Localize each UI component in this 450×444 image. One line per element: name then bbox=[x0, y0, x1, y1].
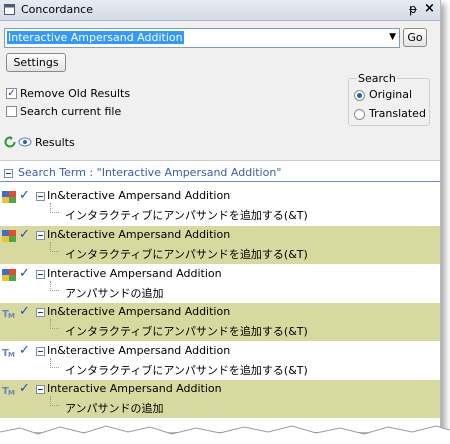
search-mode-label: Search bbox=[357, 72, 397, 85]
current-file-checkbox[interactable] bbox=[6, 106, 17, 117]
result-item[interactable]: ✓ In&teractive Ampersand Addition インタラクティブ… bbox=[0, 187, 440, 225]
remove-old-label: Remove Old Results bbox=[20, 87, 131, 100]
result-item[interactable]: T M ✓ In&teractive Ampersand Addition インタラクテ… bbox=[0, 303, 440, 341]
checkmark-icon: ✓ bbox=[19, 304, 30, 319]
tree-connector bbox=[50, 242, 59, 252]
tree-connector bbox=[50, 319, 59, 329]
source-text: Interactive Ampersand Addition bbox=[47, 382, 222, 395]
translated-radio[interactable] bbox=[354, 109, 365, 120]
settings-button[interactable]: Settings bbox=[6, 53, 66, 72]
refresh-icon[interactable] bbox=[4, 136, 16, 148]
target-text: インタラクティブにアンパサンドを追加する(&T) bbox=[65, 364, 308, 377]
close-icon[interactable]: × bbox=[424, 1, 435, 16]
search-input[interactable]: Interactive Ampersand Addition bbox=[7, 31, 184, 44]
original-radio[interactable] bbox=[354, 90, 365, 101]
source-text: In&teractive Ampersand Addition bbox=[47, 305, 231, 318]
svg-text:M: M bbox=[8, 351, 15, 358]
window-title: Concordance bbox=[21, 3, 93, 16]
source-text: In&teractive Ampersand Addition bbox=[47, 344, 231, 357]
source-text: Interactive Ampersand Addition bbox=[47, 267, 222, 280]
result-item[interactable]: T M ✓ Interactive Ampersand Addition アンパサンドの… bbox=[0, 380, 440, 418]
checkmark-icon: ✓ bbox=[19, 381, 30, 396]
target-text: インタラクティブにアンパサンドを追加する(&T) bbox=[65, 325, 308, 338]
collapse-icon[interactable] bbox=[36, 308, 45, 317]
search-term-text: Search Term : "Interactive Ampersand Add… bbox=[18, 166, 282, 179]
collapse-icon[interactable] bbox=[36, 231, 45, 240]
tm-color-icon bbox=[2, 191, 16, 203]
collapse-icon[interactable] bbox=[4, 169, 13, 178]
collapse-icon[interactable] bbox=[36, 347, 45, 356]
source-text: In&teractive Ampersand Addition bbox=[47, 228, 231, 241]
checkmark-icon: ✓ bbox=[19, 227, 30, 242]
result-item[interactable]: ✓ In&teractive Ampersand Addition インタラクティブ… bbox=[0, 226, 440, 264]
results-toolbar: Results bbox=[0, 134, 440, 152]
target-text: インタラクティブにアンパサンドを追加する(&T) bbox=[65, 248, 308, 261]
tree-connector bbox=[50, 358, 59, 368]
results-list: Search Term : "Interactive Ampersand Add… bbox=[0, 160, 440, 432]
search-term-header[interactable]: Search Term : "Interactive Ampersand Add… bbox=[0, 165, 440, 182]
tm-letter-icon: TM bbox=[2, 386, 15, 396]
original-label: Original bbox=[369, 88, 413, 101]
tree-connector bbox=[50, 203, 59, 213]
result-item[interactable]: ✓ Interactive Ampersand Addition アンパサンドの追加 bbox=[0, 265, 440, 303]
translated-label: Translated bbox=[369, 107, 426, 120]
svg-text:M: M bbox=[8, 389, 15, 396]
checkmark-icon: ✓ bbox=[19, 266, 30, 281]
pin-icon[interactable]: ᵽ bbox=[409, 2, 417, 16]
search-combo[interactable]: Interactive Ampersand Addition ▼ bbox=[4, 28, 400, 48]
results-label: Results bbox=[35, 136, 75, 149]
current-file-label: Search current file bbox=[20, 105, 122, 118]
tree-connector bbox=[50, 281, 59, 291]
tree-connector bbox=[50, 396, 59, 406]
target-text: インタラクティブにアンパサンドを追加する(&T) bbox=[65, 209, 308, 222]
window-icon bbox=[4, 4, 15, 15]
chevron-down-icon[interactable]: ▼ bbox=[389, 32, 396, 42]
tm-letter-icon: TM bbox=[2, 348, 15, 358]
tm-color-icon bbox=[2, 269, 16, 281]
title-bar: Concordance ᵽ × bbox=[0, 0, 440, 21]
eye-icon[interactable] bbox=[18, 136, 32, 148]
target-text: アンパサンドの追加 bbox=[65, 287, 164, 300]
checkmark-icon: ✓ bbox=[19, 188, 30, 203]
tm-letter-icon: TM bbox=[2, 309, 15, 319]
svg-text:M: M bbox=[8, 312, 15, 319]
target-text: アンパサンドの追加 bbox=[65, 402, 164, 415]
collapse-icon[interactable] bbox=[36, 192, 45, 201]
collapse-icon[interactable] bbox=[36, 385, 45, 394]
tm-color-icon bbox=[2, 230, 16, 242]
concordance-panel: Concordance ᵽ × Interactive Ampersand Ad… bbox=[0, 0, 441, 433]
source-text: In&teractive Ampersand Addition bbox=[47, 189, 231, 202]
collapse-icon[interactable] bbox=[36, 270, 45, 279]
remove-old-checkbox[interactable]: ✓ bbox=[6, 88, 17, 99]
go-button[interactable]: Go bbox=[403, 28, 427, 47]
torn-edge-decoration bbox=[0, 425, 450, 444]
checkmark-icon: ✓ bbox=[19, 343, 30, 358]
result-item[interactable]: T M ✓ In&teractive Ampersand Addition インタラクテ… bbox=[0, 342, 440, 380]
